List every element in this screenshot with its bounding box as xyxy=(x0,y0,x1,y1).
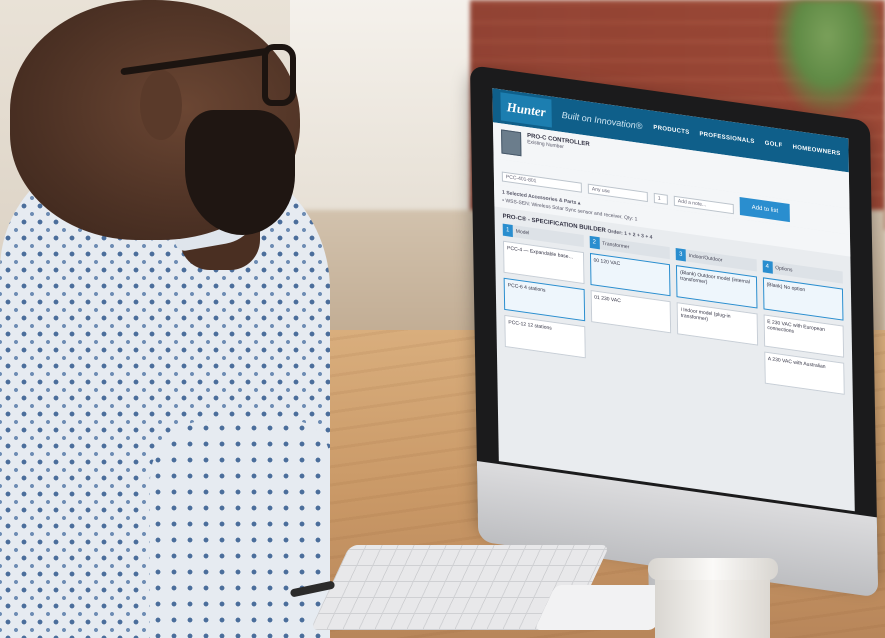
option-card-selected[interactable]: PCC-6 4 stations xyxy=(503,277,585,322)
nav-link-homeowners[interactable]: HOMEOWNERS xyxy=(793,144,841,157)
qty-field[interactable]: 1 xyxy=(653,192,668,205)
step-number: 4 xyxy=(762,260,773,274)
step-number: 2 xyxy=(589,235,600,250)
glasses-lens xyxy=(262,44,296,106)
controller-thumbnail xyxy=(501,129,522,157)
option-card-selected[interactable]: 00 120 VAC xyxy=(589,252,671,297)
person-beard xyxy=(185,110,295,235)
step-label: Transformer xyxy=(602,240,630,251)
coffee-cup xyxy=(655,570,770,638)
option-card[interactable]: PCC-4 — Expandable base… xyxy=(502,240,585,285)
step-label: Options xyxy=(775,265,793,274)
nav-link-golf[interactable]: GOLF xyxy=(765,141,783,150)
nav-link-products[interactable]: PRODUCTS xyxy=(653,125,689,136)
option-card[interactable]: E 230 VAC with European connections xyxy=(763,314,845,358)
builder-col-transformer: 2 Transformer 00 120 VAC 01 230 VAC xyxy=(589,235,672,371)
step-label: Model xyxy=(515,228,530,237)
brand-tagline: Built on Innovation® xyxy=(561,109,643,132)
option-card[interactable]: i Indoor model (plug-in transformer) xyxy=(676,302,758,346)
monitor-screen: Hunter Built on Innovation® PRODUCTS PRO… xyxy=(492,88,855,512)
step-number: 3 xyxy=(675,248,686,262)
option-card-selected[interactable]: (Blank) No option xyxy=(762,277,844,321)
step-number: 1 xyxy=(502,223,513,238)
coffee-cup-lid xyxy=(648,558,778,580)
photo-scene: Hunter Built on Innovation® PRODUCTS PRO… xyxy=(0,0,885,638)
step-label: Indoor/Outdoor xyxy=(688,252,723,264)
nav-link-professionals[interactable]: PROFESSIONALS xyxy=(699,131,754,145)
add-to-list-button[interactable]: Add to list xyxy=(739,197,791,223)
builder-col-indoor-outdoor: 3 Indoor/Outdoor (Blank) Outdoor model (i… xyxy=(675,248,759,383)
option-card[interactable]: PCC-12 12 stations xyxy=(504,314,586,359)
builder-col-model: 1 Model PCC-4 — Expandable base… PCC-6 4 … xyxy=(502,223,586,359)
potted-plant xyxy=(770,0,885,120)
person-arm xyxy=(150,420,330,638)
builder-col-options: 4 Options (Blank) No option E 230 VAC wit… xyxy=(762,260,845,395)
person-ear xyxy=(140,70,182,140)
option-card[interactable]: A 230 VAC with Australian xyxy=(763,351,845,395)
option-card[interactable]: 01 230 VAC xyxy=(590,289,672,334)
option-card-selected[interactable]: (Blank) Outdoor model (internal transfor… xyxy=(675,265,757,309)
brand-logo[interactable]: Hunter xyxy=(500,92,552,128)
